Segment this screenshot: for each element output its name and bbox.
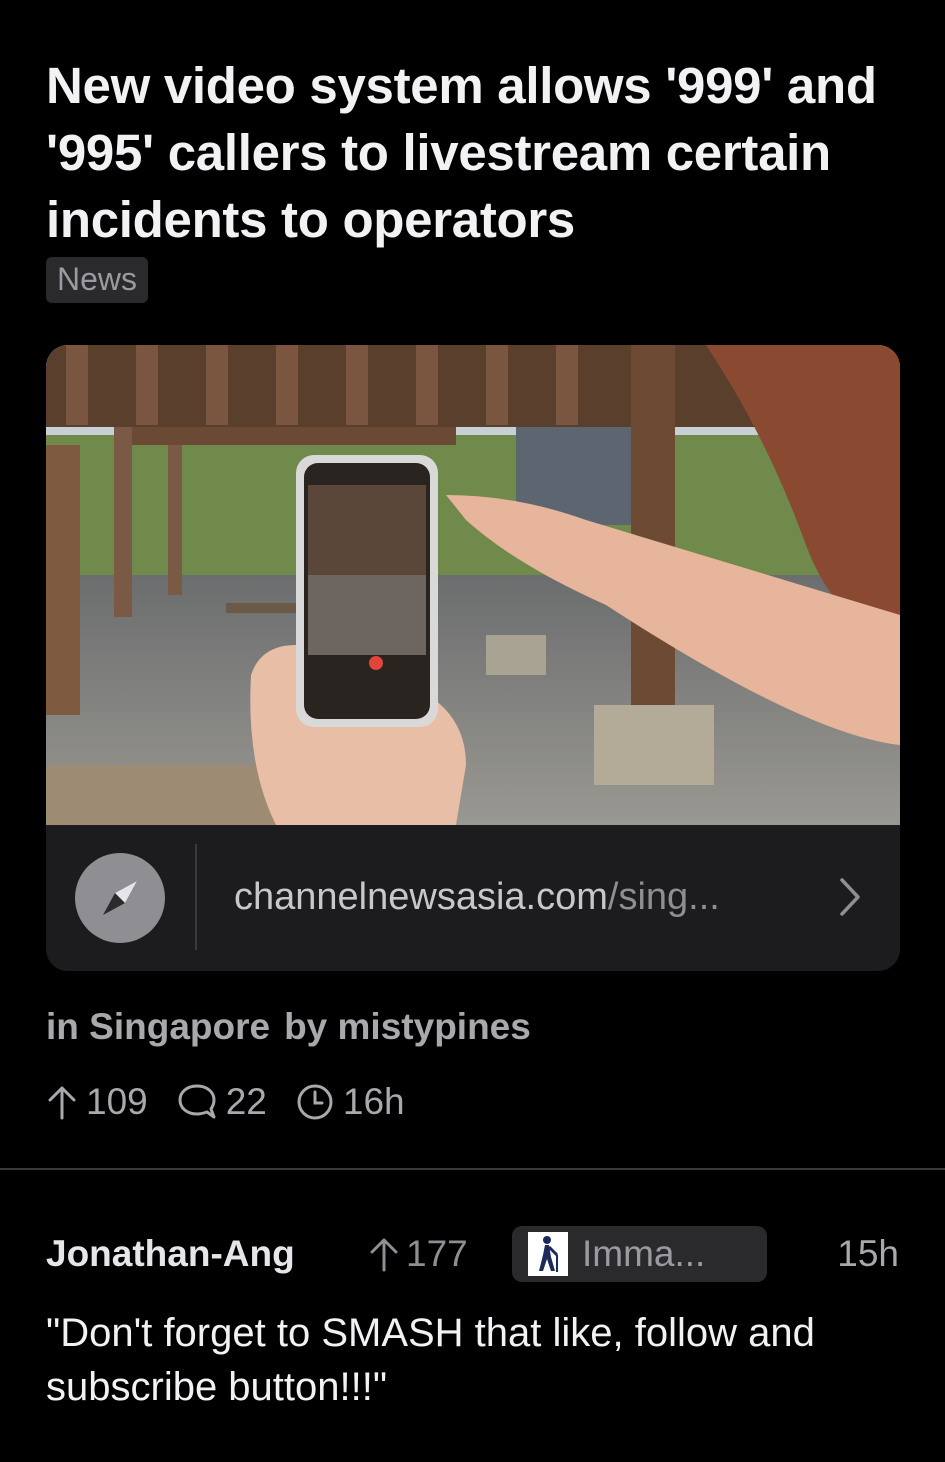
upvote-count: 109: [86, 1081, 148, 1122]
post-flair[interactable]: News: [46, 257, 149, 303]
post-title[interactable]: New video system allows '999' and '995' …: [46, 52, 901, 253]
comment-header: Jonathan-Ang 177 Imma... 15h: [46, 1226, 901, 1282]
post-age-value: 16h: [342, 1081, 405, 1122]
post-header: New video system allows '999' and '995' …: [46, 52, 901, 303]
person-walking-cane-icon: [528, 1232, 568, 1276]
comment-body: "Don't forget to SMASH that like, follow…: [46, 1311, 815, 1409]
upvote-button[interactable]: 109: [46, 1081, 148, 1123]
link-domain: channelnewsasia.com: [234, 876, 608, 918]
comment-score-value: 177: [406, 1233, 468, 1274]
compass-icon: [75, 853, 165, 943]
link-bar[interactable]: channelnewsasia.com/sing...: [46, 825, 900, 971]
comments-button[interactable]: 22: [176, 1081, 267, 1123]
comment-time: 15h: [837, 1233, 899, 1274]
arrow-up-icon: [48, 1086, 76, 1120]
clock-icon: [297, 1084, 333, 1120]
link-preview-card[interactable]: channelnewsasia.com/sing...: [46, 345, 900, 971]
post-meta: in Singapore by mistypines: [46, 1006, 531, 1048]
article-thumbnail[interactable]: [46, 345, 900, 825]
arrow-up-icon: [370, 1238, 398, 1272]
post-stats: 109 22 16h: [46, 1080, 433, 1124]
section-divider: [0, 1168, 945, 1170]
community-link[interactable]: in Singapore: [46, 1006, 270, 1047]
chevron-right-icon: [840, 878, 860, 916]
comment-flair-text: Imma...: [582, 1233, 706, 1274]
comment-bubble-icon: [178, 1084, 216, 1119]
author-link[interactable]: by mistypines: [284, 1006, 531, 1047]
link-url[interactable]: channelnewsasia.com/sing...: [234, 876, 720, 919]
post-age: 16h: [295, 1081, 405, 1123]
link-path: /sing...: [607, 876, 720, 918]
comment-author-flair[interactable]: Imma...: [512, 1226, 767, 1282]
comment-score[interactable]: 177: [368, 1233, 468, 1275]
comment-count: 22: [225, 1081, 267, 1122]
comment-author[interactable]: Jonathan-Ang: [46, 1233, 295, 1275]
link-divider: [195, 844, 197, 950]
